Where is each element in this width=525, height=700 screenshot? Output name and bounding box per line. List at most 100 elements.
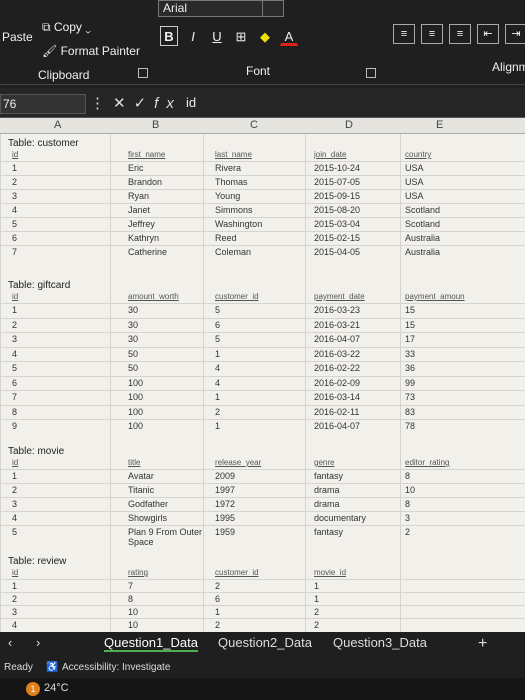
table-cell[interactable]: 4 <box>12 620 17 630</box>
table-cell[interactable]: 1 <box>12 305 17 315</box>
table-cell[interactable]: 2015-02-15 <box>314 233 360 243</box>
table-cell[interactable]: Coleman <box>215 247 251 257</box>
table-cell[interactable]: 6 <box>12 378 17 388</box>
table-cell[interactable]: 9 <box>12 421 17 431</box>
table-cell[interactable]: 3 <box>12 191 17 201</box>
table-cell[interactable]: 2 <box>314 620 319 630</box>
table-cell[interactable]: 2 <box>405 527 410 537</box>
table-cell[interactable]: 36 <box>405 363 415 373</box>
more-options-icon[interactable]: ⋮ <box>90 95 113 112</box>
table-cell[interactable]: 2 <box>12 177 17 187</box>
table-cell[interactable]: 3 <box>12 499 17 509</box>
table-cell[interactable]: 2016-04-07 <box>314 334 360 344</box>
table-cell[interactable]: Kathryn <box>128 233 159 243</box>
table-cell[interactable]: 78 <box>405 421 415 431</box>
table-header-cell[interactable]: editor_rating <box>405 458 449 467</box>
table-cell[interactable]: drama <box>314 499 340 509</box>
font-color-icon[interactable]: A <box>280 26 298 46</box>
table-cell[interactable]: 1 <box>215 607 220 617</box>
table-cell[interactable]: 2016-02-09 <box>314 378 360 388</box>
table-cell[interactable]: fantasy <box>314 527 343 537</box>
table-cell[interactable]: 4 <box>215 378 220 388</box>
table-header-cell[interactable]: id <box>12 292 18 301</box>
tab-scroll-right-icon[interactable]: › <box>36 635 40 650</box>
table-cell[interactable]: USA <box>405 177 424 187</box>
table-cell[interactable]: 17 <box>405 334 415 344</box>
table-cell[interactable]: 6 <box>215 320 220 330</box>
table-cell[interactable]: 1997 <box>215 485 235 495</box>
table-cell[interactable]: 4 <box>12 349 17 359</box>
table-cell[interactable]: 7 <box>12 247 17 257</box>
column-header-e[interactable]: E <box>436 119 443 131</box>
table-cell[interactable]: 8 <box>405 499 410 509</box>
table-cell[interactable]: 50 <box>128 363 138 373</box>
table-cell[interactable]: 8 <box>12 407 17 417</box>
table-cell[interactable]: 2 <box>215 620 220 630</box>
align-center-icon[interactable]: ≡ <box>421 24 443 44</box>
table-cell[interactable]: 1 <box>12 163 17 173</box>
table-header-cell[interactable]: id <box>12 458 18 467</box>
borders-icon[interactable]: ⊞ <box>232 26 250 46</box>
align-right-icon[interactable]: ≡ <box>449 24 471 44</box>
table-cell[interactable]: 5 <box>12 527 17 537</box>
table-cell[interactable]: fantasy <box>314 471 343 481</box>
table-cell[interactable]: Catherine <box>128 247 167 257</box>
table-cell[interactable]: 7 <box>128 581 133 591</box>
table-cell[interactable]: 8 <box>405 471 410 481</box>
table-cell[interactable]: USA <box>405 191 424 201</box>
table-cell[interactable]: Avatar <box>128 471 154 481</box>
table-cell[interactable]: 8 <box>128 594 133 604</box>
column-header-c[interactable]: C <box>250 119 258 131</box>
table-cell[interactable]: 100 <box>128 407 143 417</box>
table-cell[interactable]: Washington <box>215 219 262 229</box>
align-left-icon[interactable]: ≡ <box>393 24 415 44</box>
table-cell[interactable]: 100 <box>128 392 143 402</box>
table-header-cell[interactable]: first_name <box>128 150 165 159</box>
table-cell[interactable]: 1 <box>215 421 220 431</box>
font-name-select[interactable]: Arial <box>158 0 268 17</box>
table-header-cell[interactable]: last_name <box>215 150 252 159</box>
table-cell[interactable]: 15 <box>405 320 415 330</box>
weather-icon[interactable]: 1 <box>26 682 40 696</box>
table-cell[interactable]: 2016-04-07 <box>314 421 360 431</box>
table-cell[interactable]: 2015-09-15 <box>314 191 360 201</box>
table-cell[interactable]: drama <box>314 485 340 495</box>
table-cell[interactable]: 10 <box>128 607 138 617</box>
table-header-cell[interactable]: id <box>12 150 18 159</box>
table-cell[interactable]: 2015-10-24 <box>314 163 360 173</box>
table-cell[interactable]: 3 <box>405 513 410 523</box>
table-cell[interactable]: Reed <box>215 233 237 243</box>
table-cell[interactable]: 6 <box>215 594 220 604</box>
table-cell[interactable]: 4 <box>12 513 17 523</box>
table-cell[interactable]: 5 <box>12 363 17 373</box>
table-cell[interactable]: 4 <box>215 363 220 373</box>
table-cell[interactable]: 1 <box>314 581 319 591</box>
tab-question3-data[interactable]: Question3_Data <box>333 635 427 650</box>
table-cell[interactable]: 10 <box>128 620 138 630</box>
table-cell[interactable]: 1 <box>215 392 220 402</box>
clipboard-dialog-launcher-icon[interactable] <box>138 68 148 78</box>
table-cell[interactable]: Scotland <box>405 219 440 229</box>
table-cell[interactable]: Jeffrey <box>128 219 155 229</box>
table-header-cell[interactable]: release_year <box>215 458 261 467</box>
table-cell[interactable]: Rivera <box>215 163 241 173</box>
table-cell[interactable]: 15 <box>405 305 415 315</box>
table-cell[interactable]: 1 <box>314 594 319 604</box>
table-cell[interactable]: 1 <box>12 471 17 481</box>
add-sheet-button[interactable]: + <box>478 635 487 653</box>
table-cell[interactable]: Eric <box>128 163 144 173</box>
table-cell[interactable]: 1972 <box>215 499 235 509</box>
table-header-cell[interactable]: movie_id <box>314 568 346 577</box>
name-box[interactable]: 76 <box>0 94 86 114</box>
table-cell[interactable]: Scotland <box>405 205 440 215</box>
table-cell[interactable]: 100 <box>128 421 143 431</box>
table-cell[interactable]: Titanic <box>128 485 154 495</box>
table-cell[interactable]: Godfather <box>128 499 168 509</box>
column-header-d[interactable]: D <box>345 119 353 131</box>
table-header-cell[interactable]: customer_id <box>215 292 259 301</box>
table-cell[interactable]: 99 <box>405 378 415 388</box>
formula-input[interactable]: id <box>178 92 525 114</box>
table-cell[interactable]: 4 <box>12 205 17 215</box>
increase-indent-icon[interactable]: ⇥ <box>505 24 525 44</box>
table-cell[interactable]: 2 <box>12 594 17 604</box>
